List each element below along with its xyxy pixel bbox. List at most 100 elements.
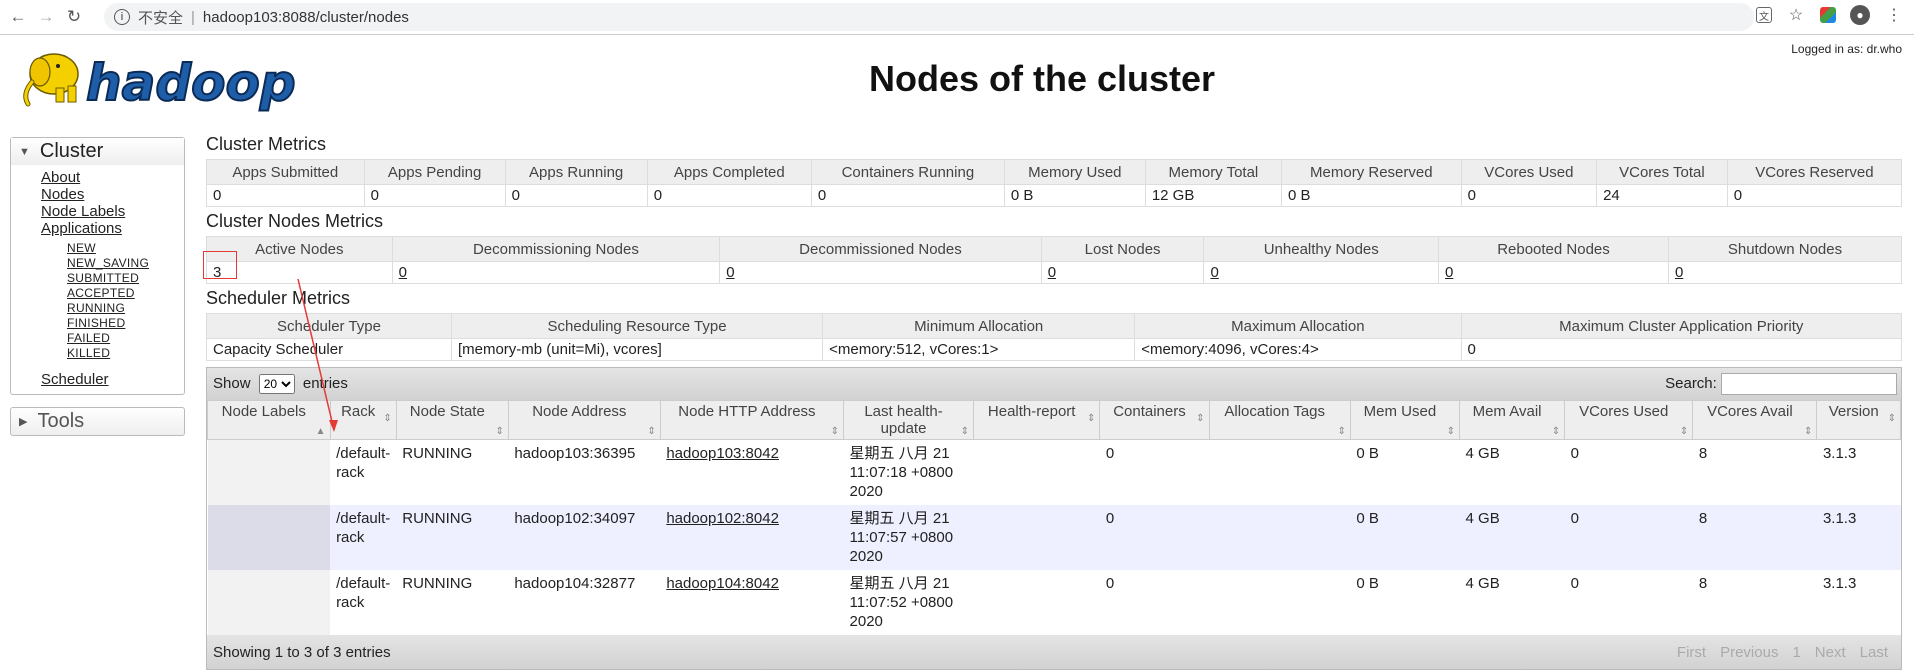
page-size-select[interactable]: 20 bbox=[258, 374, 295, 394]
app-state-new[interactable]: NEW bbox=[67, 241, 184, 256]
node-http-address-link[interactable]: hadoop102:8042 bbox=[666, 510, 779, 527]
sort-both-icon: ⇕ bbox=[1887, 413, 1896, 424]
column-header-last-health-update[interactable]: Last health-update ⇕ bbox=[843, 400, 975, 440]
cell-node-http-address: hadoop102:8042 bbox=[660, 505, 844, 570]
collapsed-triangle-icon: ▶ bbox=[19, 416, 28, 428]
metric-link-lost-nodes[interactable]: 0 bbox=[1048, 264, 1056, 281]
table-row: /default-rack RUNNING hadoop102:34097 hadoo… bbox=[207, 505, 1901, 570]
column-header-label: Rack bbox=[341, 403, 376, 420]
metric-value-vcores-reserved: 0 bbox=[1727, 184, 1903, 207]
cell-node-address: hadoop102:34097 bbox=[508, 505, 661, 570]
forward-icon[interactable]: → bbox=[34, 5, 58, 29]
cell-health-report bbox=[973, 505, 1100, 570]
cell-node-address: hadoop103:36395 bbox=[508, 439, 661, 505]
column-header-node-address[interactable]: Node Address ⇕ bbox=[507, 400, 661, 440]
app-state-failed[interactable]: FAILED bbox=[67, 331, 184, 346]
show-label: Show bbox=[213, 375, 251, 392]
column-header-mem-used[interactable]: Mem Used ⇕ bbox=[1349, 400, 1461, 440]
cell-allocation-tags bbox=[1209, 570, 1351, 635]
column-header-vcores-used[interactable]: VCores Used ⇕ bbox=[1564, 400, 1694, 440]
metric-header-maximum-allocation: Maximum Allocation bbox=[1134, 313, 1462, 339]
column-header-version[interactable]: Version ⇕ bbox=[1816, 400, 1901, 440]
metric-link-shutdown-nodes[interactable]: 0 bbox=[1675, 264, 1683, 281]
metric-header-apps-submitted: Apps Submitted bbox=[206, 159, 365, 185]
tools-section-label: Tools bbox=[37, 410, 85, 432]
metric-value-lost-nodes: 0 bbox=[1041, 261, 1205, 284]
pager-next[interactable]: Next bbox=[1808, 644, 1853, 661]
cell-mem-used: 0 B bbox=[1350, 505, 1460, 570]
sort-both-icon: ⇕ bbox=[383, 413, 392, 424]
metric-value-vcores-used: 0 bbox=[1461, 184, 1598, 207]
pager-page-1[interactable]: 1 bbox=[1785, 644, 1807, 661]
cluster-metrics-title: Cluster Metrics bbox=[206, 134, 327, 154]
nodes-metrics-table: Active Nodes Decommissioning Nodes Decommi… bbox=[206, 236, 1903, 284]
search-input[interactable] bbox=[1721, 373, 1897, 395]
column-header-label: Node State bbox=[409, 403, 485, 420]
info-icon[interactable]: i bbox=[114, 9, 130, 25]
expanded-triangle-icon: ▼ bbox=[19, 145, 30, 158]
cell-mem-used: 0 B bbox=[1350, 439, 1460, 505]
cluster-section: ▼ Cluster About Nodes Node Labels Applic… bbox=[10, 137, 185, 395]
app-state-accepted[interactable]: ACCEPTED bbox=[67, 286, 184, 301]
sidebar-link-about[interactable]: About bbox=[41, 169, 184, 186]
bookmark-star-icon[interactable]: ☆ bbox=[1786, 5, 1806, 25]
metric-header-containers-running: Containers Running bbox=[810, 159, 1005, 185]
cell-node-state: RUNNING bbox=[396, 439, 509, 505]
metric-value-vcores-total: 24 bbox=[1596, 184, 1728, 207]
metric-header-apps-running: Apps Running bbox=[504, 159, 648, 185]
metric-link-rebooted-nodes[interactable]: 0 bbox=[1445, 264, 1453, 281]
column-header-rack[interactable]: Rack ⇕ bbox=[329, 400, 397, 440]
table-row: /default-rack RUNNING hadoop104:32877 hadoo… bbox=[207, 570, 1901, 635]
metric-value-apps-completed: 0 bbox=[647, 184, 812, 207]
column-header-node-state[interactable]: Node State ⇕ bbox=[395, 400, 509, 440]
app-state-new-saving[interactable]: NEW_SAVING bbox=[67, 256, 184, 271]
column-header-containers[interactable]: Containers ⇕ bbox=[1099, 400, 1210, 440]
metric-link-unhealthy-nodes[interactable]: 0 bbox=[1210, 264, 1218, 281]
metric-header-decommissioning-nodes: Decommissioning Nodes bbox=[391, 236, 721, 262]
address-bar[interactable]: i 不安全 | hadoop103:8088/cluster/nodes bbox=[104, 3, 1754, 31]
column-header-allocation-tags[interactable]: Allocation Tags ⇕ bbox=[1208, 400, 1351, 440]
pager-last[interactable]: Last bbox=[1853, 644, 1895, 661]
cell-node-state: RUNNING bbox=[396, 570, 509, 635]
app-state-submitted[interactable]: SUBMITTED bbox=[67, 271, 184, 286]
sort-asc-icon: ▲ bbox=[315, 426, 326, 437]
sort-both-icon: ⇕ bbox=[495, 426, 504, 437]
extension-icon[interactable] bbox=[1820, 7, 1836, 23]
nodes-datatable: Show 20 entries Search: Node Labels ▲ Rack… bbox=[206, 367, 1902, 670]
back-icon[interactable]: ← bbox=[6, 5, 30, 29]
sidebar-link-nodes[interactable]: Nodes bbox=[41, 186, 184, 203]
metric-header-maximum-cluster-application-priority: Maximum Cluster Application Priority bbox=[1460, 313, 1903, 339]
metric-value-memory-reserved: 0 B bbox=[1281, 184, 1462, 207]
cell-rack: /default-rack bbox=[330, 570, 397, 635]
sidebar-link-scheduler[interactable]: Scheduler bbox=[41, 371, 184, 388]
metric-link-decommissioning-nodes[interactable]: 0 bbox=[399, 264, 407, 281]
cluster-section-header[interactable]: ▼ Cluster bbox=[11, 138, 184, 165]
column-header-node-http-address[interactable]: Node HTTP Address ⇕ bbox=[659, 400, 845, 440]
app-state-killed[interactable]: KILLED bbox=[67, 346, 184, 361]
cell-vcores-avail: 8 bbox=[1692, 505, 1817, 570]
metric-link-decommissioned-nodes[interactable]: 0 bbox=[726, 264, 734, 281]
column-header-health-report[interactable]: Health-report ⇕ bbox=[973, 400, 1101, 440]
app-state-finished[interactable]: FINISHED bbox=[67, 316, 184, 331]
pager-first[interactable]: First bbox=[1670, 644, 1713, 661]
node-http-address-link[interactable]: hadoop103:8042 bbox=[666, 445, 779, 462]
column-header-node-labels[interactable]: Node Labels ▲ bbox=[207, 400, 331, 440]
translate-icon[interactable]: 文 bbox=[1756, 7, 1772, 23]
metric-value-minimum-allocation: <memory:512, vCores:1> bbox=[822, 338, 1136, 361]
cell-vcores-avail: 8 bbox=[1692, 439, 1817, 505]
sidebar-link-applications[interactable]: Applications bbox=[41, 220, 184, 237]
column-header-vcores-avail[interactable]: VCores Avail ⇕ bbox=[1692, 400, 1818, 440]
column-header-mem-avail[interactable]: Mem Avail ⇕ bbox=[1459, 400, 1566, 440]
reload-icon[interactable]: ↻ bbox=[62, 5, 86, 29]
url-text[interactable]: hadoop103:8088/cluster/nodes bbox=[203, 9, 409, 26]
cell-vcores-used: 0 bbox=[1564, 505, 1693, 570]
node-http-address-link[interactable]: hadoop104:8042 bbox=[666, 575, 779, 592]
tools-section-header[interactable]: ▶ Tools bbox=[10, 407, 185, 436]
app-state-running[interactable]: RUNNING bbox=[67, 301, 184, 316]
sidebar-link-node-labels[interactable]: Node Labels bbox=[41, 203, 184, 220]
menu-kebab-icon[interactable]: ⋮ bbox=[1884, 5, 1904, 25]
profile-icon[interactable]: ● bbox=[1850, 5, 1870, 25]
pager-previous[interactable]: Previous bbox=[1713, 644, 1785, 661]
cell-allocation-tags bbox=[1209, 439, 1351, 505]
column-header-label: Node Address bbox=[532, 403, 627, 420]
